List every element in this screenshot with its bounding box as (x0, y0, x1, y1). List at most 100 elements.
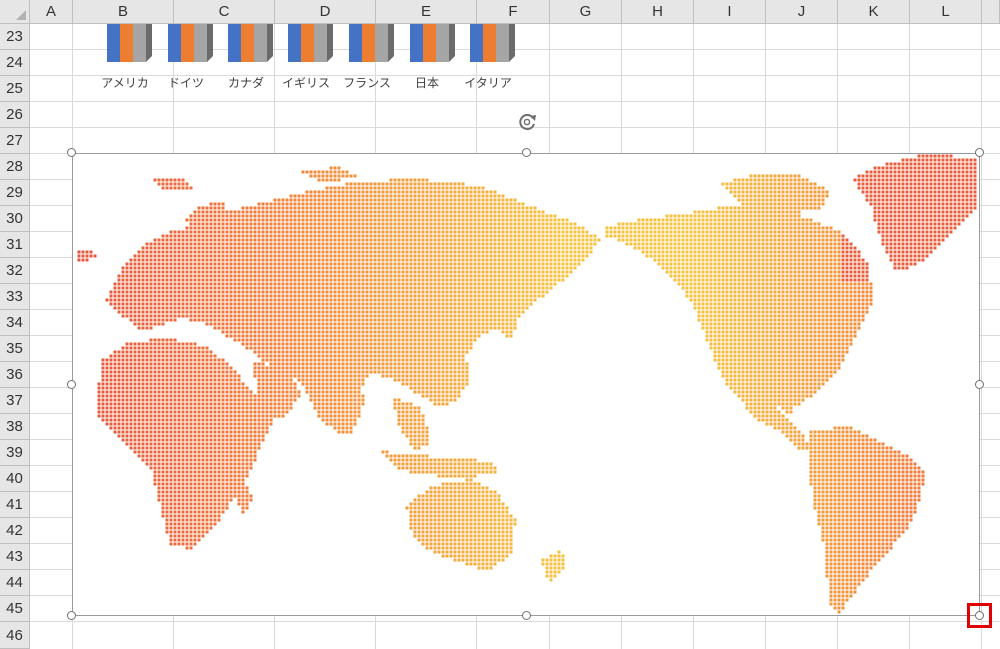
map-dot (549, 234, 553, 238)
map-dot (373, 214, 377, 218)
column-header-i[interactable]: I (694, 0, 766, 24)
map-dot (805, 286, 809, 290)
row-header-35[interactable]: 35 (0, 336, 30, 362)
world-map-shape[interactable] (72, 153, 980, 616)
row-header-28[interactable]: 28 (0, 154, 30, 180)
map-dot (393, 274, 397, 278)
map-dot (825, 238, 829, 242)
map-dot (889, 178, 893, 182)
map-dot (897, 254, 901, 258)
row-header-39[interactable]: 39 (0, 440, 30, 466)
map-dot (281, 246, 285, 250)
country-block[interactable] (107, 20, 153, 62)
row-header-31[interactable]: 31 (0, 232, 30, 258)
row-header-38[interactable]: 38 (0, 414, 30, 440)
map-dot (717, 282, 721, 286)
map-dot (309, 202, 313, 206)
map-dot (897, 170, 901, 174)
map-dot (421, 210, 425, 214)
map-dot (773, 230, 777, 234)
column-header-d[interactable]: D (275, 0, 376, 24)
map-dot (389, 202, 393, 206)
map-dot (933, 158, 937, 162)
row-header-42[interactable]: 42 (0, 518, 30, 544)
country-block[interactable] (288, 20, 334, 62)
column-header-g[interactable]: G (550, 0, 622, 24)
map-dot (961, 210, 965, 214)
row-header-36[interactable]: 36 (0, 362, 30, 388)
map-dot (825, 246, 829, 250)
country-block[interactable] (168, 20, 214, 62)
column-header-j[interactable]: J (766, 0, 838, 24)
column-header-b[interactable]: B (73, 0, 174, 24)
map-dot (881, 238, 885, 242)
column-header-h[interactable]: H (622, 0, 694, 24)
select-all-corner[interactable] (0, 0, 30, 24)
map-dot (225, 214, 229, 218)
map-dot (145, 298, 149, 302)
map-dot (685, 234, 689, 238)
map-dot (249, 246, 253, 250)
row-header-34[interactable]: 34 (0, 310, 30, 336)
row-header-40[interactable]: 40 (0, 466, 30, 492)
column-header-m[interactable] (982, 0, 1000, 24)
map-dot (941, 206, 945, 210)
map-dot (813, 262, 817, 266)
map-dot (173, 274, 177, 278)
row-header-45[interactable]: 45 (0, 596, 30, 622)
map-dot (401, 210, 405, 214)
map-dot (889, 166, 893, 170)
row-header-24[interactable]: 24 (0, 50, 30, 76)
row-header-33[interactable]: 33 (0, 284, 30, 310)
map-dot (897, 238, 901, 242)
map-dot (781, 214, 785, 218)
country-block[interactable] (470, 20, 516, 62)
map-dot (897, 218, 901, 222)
map-dot (205, 254, 209, 258)
column-header-f[interactable]: F (477, 0, 550, 24)
map-dot (733, 262, 737, 266)
map-dot (281, 294, 285, 298)
map-dot (481, 290, 485, 294)
map-dot (413, 262, 417, 266)
row-header-46[interactable]: 46 (0, 622, 30, 649)
row-header-32[interactable]: 32 (0, 258, 30, 284)
column-header-c[interactable]: C (174, 0, 275, 24)
column-header-l[interactable]: L (910, 0, 982, 24)
map-dot (161, 234, 165, 238)
country-block[interactable] (349, 20, 395, 62)
map-dot (457, 274, 461, 278)
country-block[interactable] (228, 20, 274, 62)
map-dot (281, 278, 285, 282)
row-header-37[interactable]: 37 (0, 388, 30, 414)
row-header-43[interactable]: 43 (0, 544, 30, 570)
row-header-29[interactable]: 29 (0, 180, 30, 206)
map-dot (885, 182, 889, 186)
map-dot (965, 186, 969, 190)
row-header-25[interactable]: 25 (0, 76, 30, 102)
row-header-26[interactable]: 26 (0, 102, 30, 128)
column-header-k[interactable]: K (838, 0, 910, 24)
map-dot (905, 262, 909, 266)
map-dot (377, 238, 381, 242)
map-dot (865, 174, 869, 178)
map-dot (477, 186, 481, 190)
map-dot (297, 254, 301, 258)
map-dot (445, 242, 449, 246)
row-header-44[interactable]: 44 (0, 570, 30, 596)
map-dot (245, 258, 249, 262)
map-dot (221, 238, 225, 242)
row-header-41[interactable]: 41 (0, 492, 30, 518)
map-dot (737, 182, 741, 186)
map-dot (293, 258, 297, 262)
row-header-23[interactable]: 23 (0, 24, 30, 50)
map-dot (709, 294, 713, 298)
map-dot (757, 278, 761, 282)
map-dot (289, 254, 293, 258)
column-header-a[interactable]: A (30, 0, 73, 24)
map-dot (389, 186, 393, 190)
country-block[interactable] (410, 20, 456, 62)
row-header-27[interactable]: 27 (0, 128, 30, 154)
row-header-30[interactable]: 30 (0, 206, 30, 232)
column-header-e[interactable]: E (376, 0, 477, 24)
